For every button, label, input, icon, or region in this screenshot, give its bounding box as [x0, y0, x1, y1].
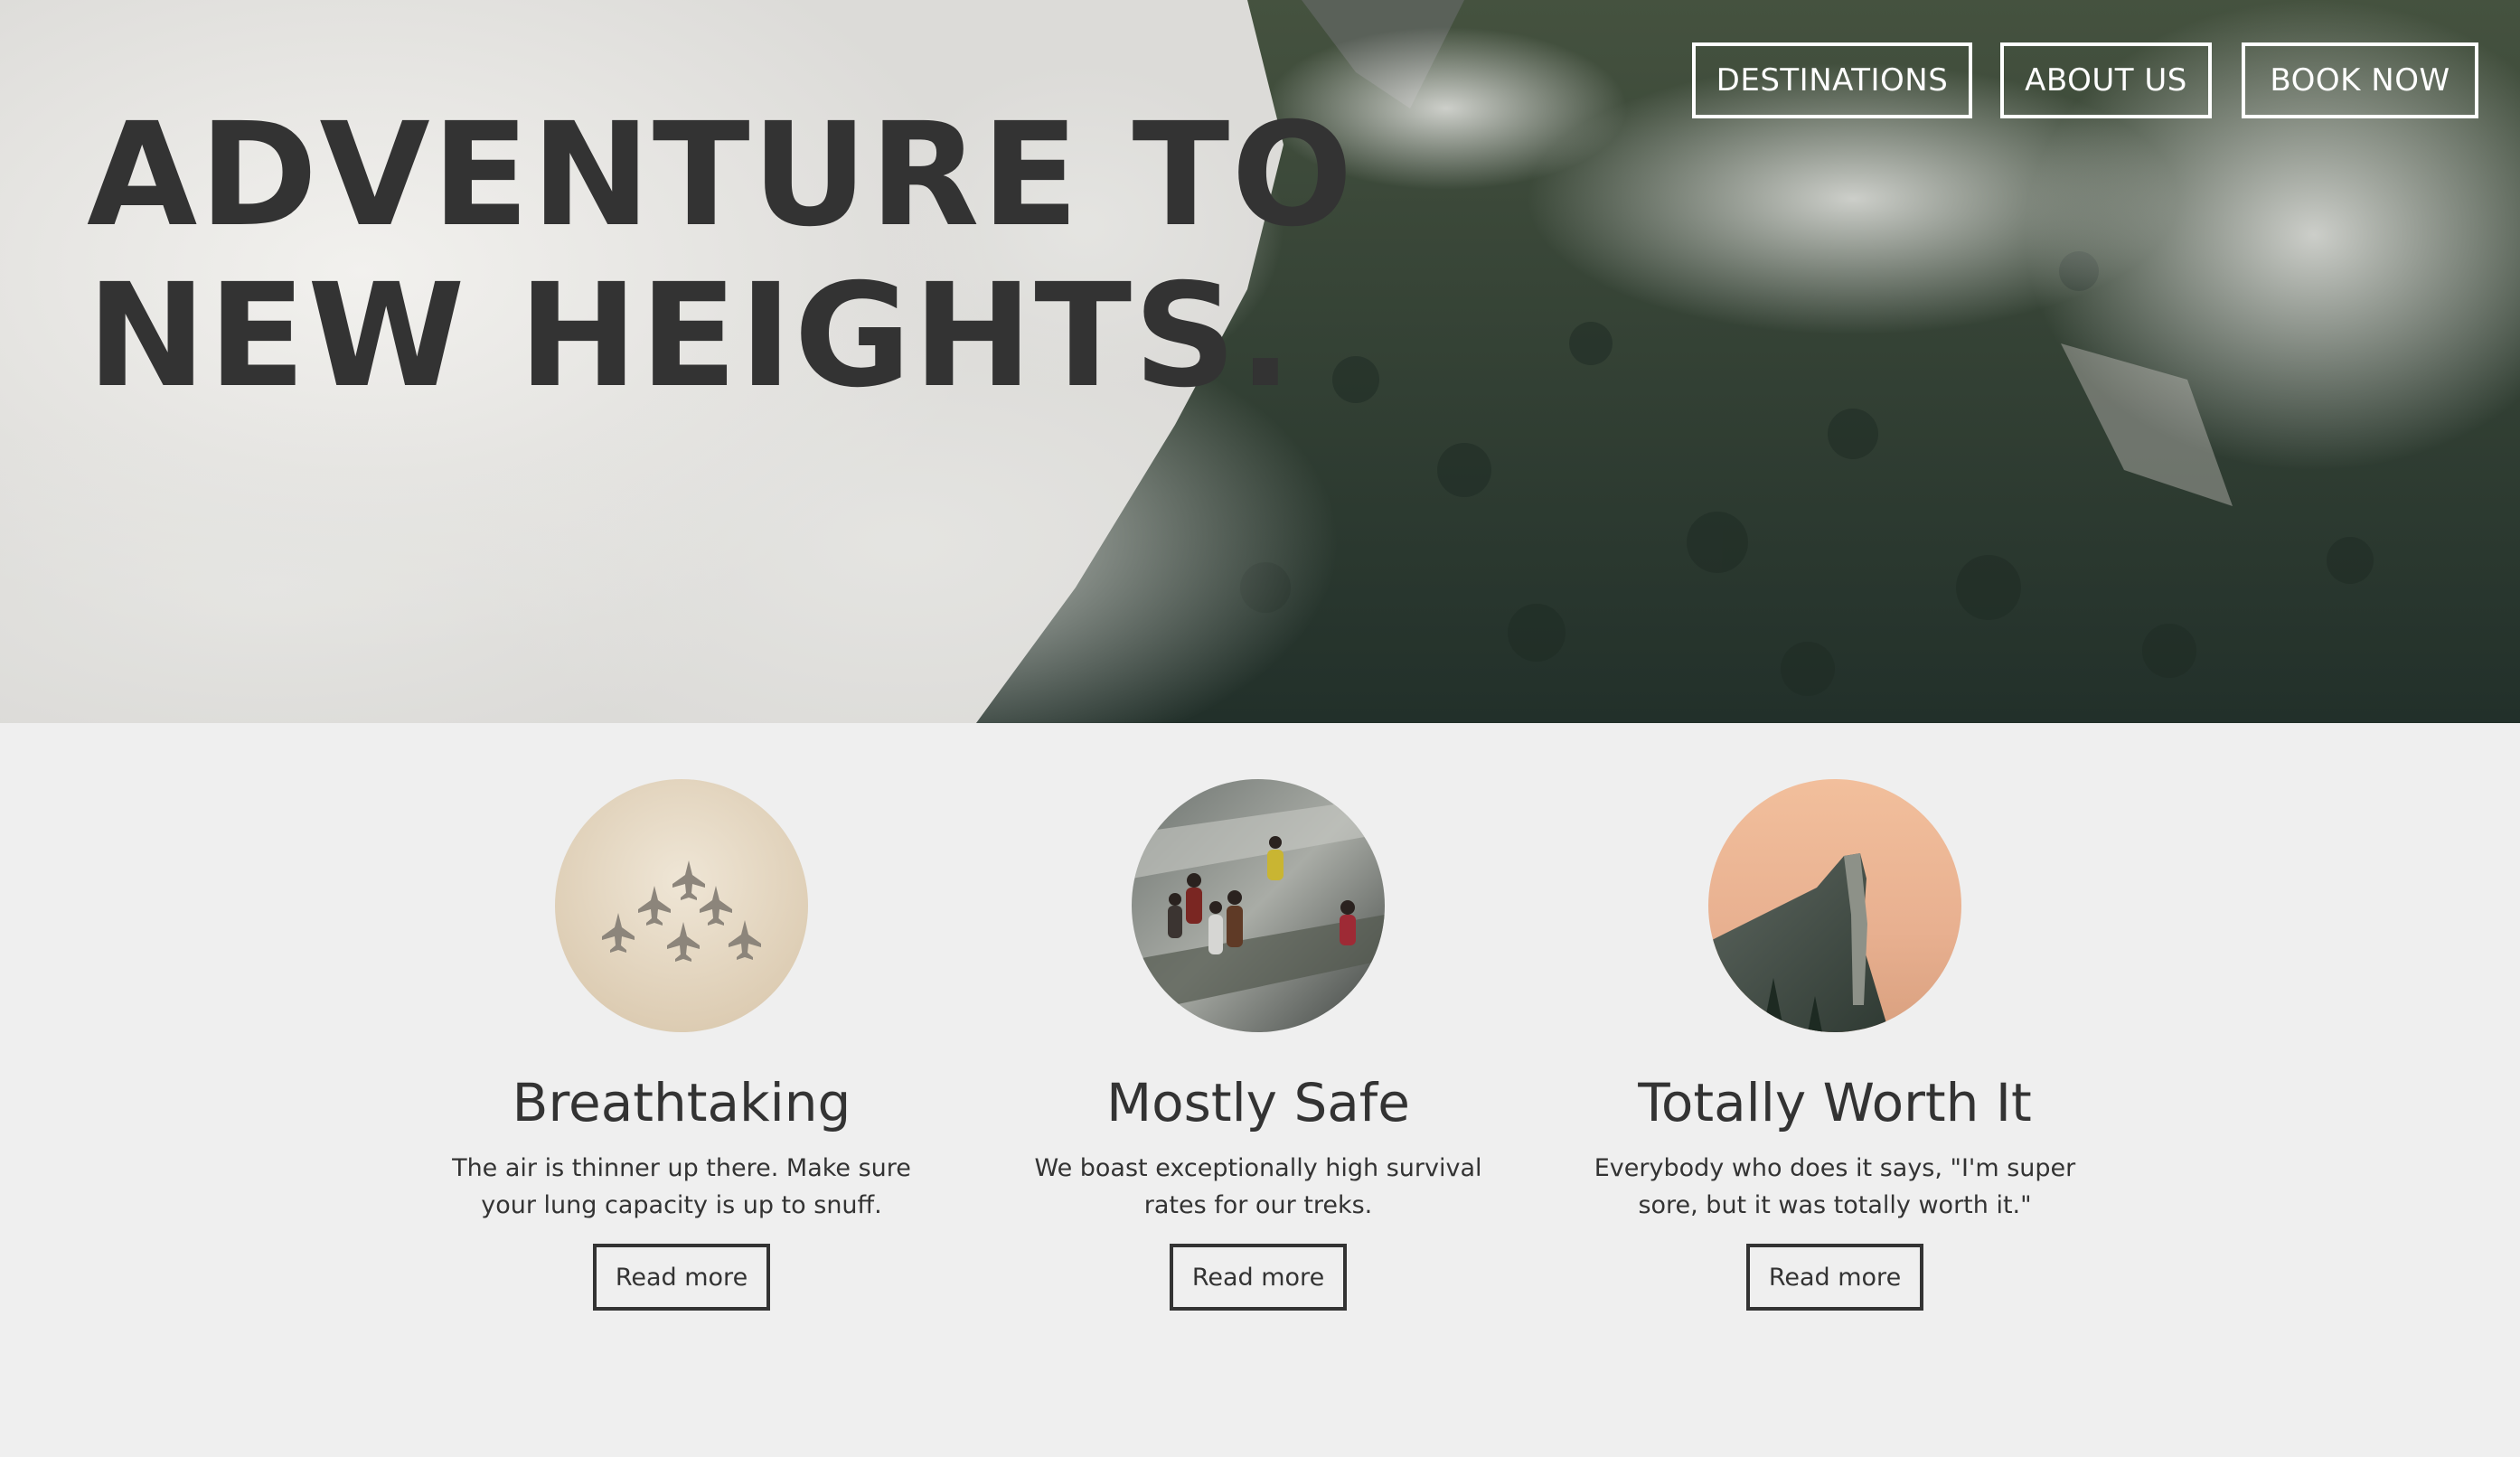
feature-title: Mostly Safe [1106, 1072, 1410, 1133]
hero-title: ADVENTURE TO NEW HEIGHTS. [87, 92, 1355, 419]
feature-card-breathtaking: Breathtaking The air is thinner up there… [392, 779, 971, 1311]
hikers-on-rock-image [1132, 779, 1385, 1032]
feature-card-totally-worth-it: Totally Worth It Everybody who does it s… [1546, 779, 2124, 1311]
hero-title-line-1: ADVENTURE TO [87, 92, 1355, 258]
read-more-button[interactable]: Read more [1746, 1244, 1923, 1311]
feature-description: Everybody who does it says, "I'm super s… [1594, 1154, 2076, 1219]
page: ADVENTURE TO NEW HEIGHTS. DESTINATIONS A… [0, 0, 2520, 1457]
read-more-button[interactable]: Read more [593, 1244, 770, 1311]
nav-about-us-button[interactable]: ABOUT US [2000, 42, 2212, 118]
nav-book-now-button[interactable]: BOOK NOW [2242, 42, 2478, 118]
jets-formation-image [555, 779, 808, 1032]
cliff-sunset-image [1708, 779, 1961, 1032]
feature-title: Breathtaking [512, 1072, 851, 1133]
hero-title-line-2: NEW HEIGHTS. [87, 253, 1294, 419]
feature-card-mostly-safe: Mostly Safe We boast exceptionally high … [969, 779, 1547, 1311]
read-more-button[interactable]: Read more [1170, 1244, 1347, 1311]
top-navigation: DESTINATIONS ABOUT US BOOK NOW [1692, 42, 2478, 118]
feature-title: Totally Worth It [1638, 1072, 2032, 1133]
hero-banner: ADVENTURE TO NEW HEIGHTS. DESTINATIONS A… [0, 0, 2520, 723]
nav-destinations-button[interactable]: DESTINATIONS [1692, 42, 1972, 118]
features-section: Breathtaking The air is thinner up there… [0, 723, 2520, 1457]
feature-description: We boast exceptionally high survival rat… [1034, 1154, 1482, 1219]
feature-description: The air is thinner up there. Make sure y… [452, 1154, 911, 1219]
